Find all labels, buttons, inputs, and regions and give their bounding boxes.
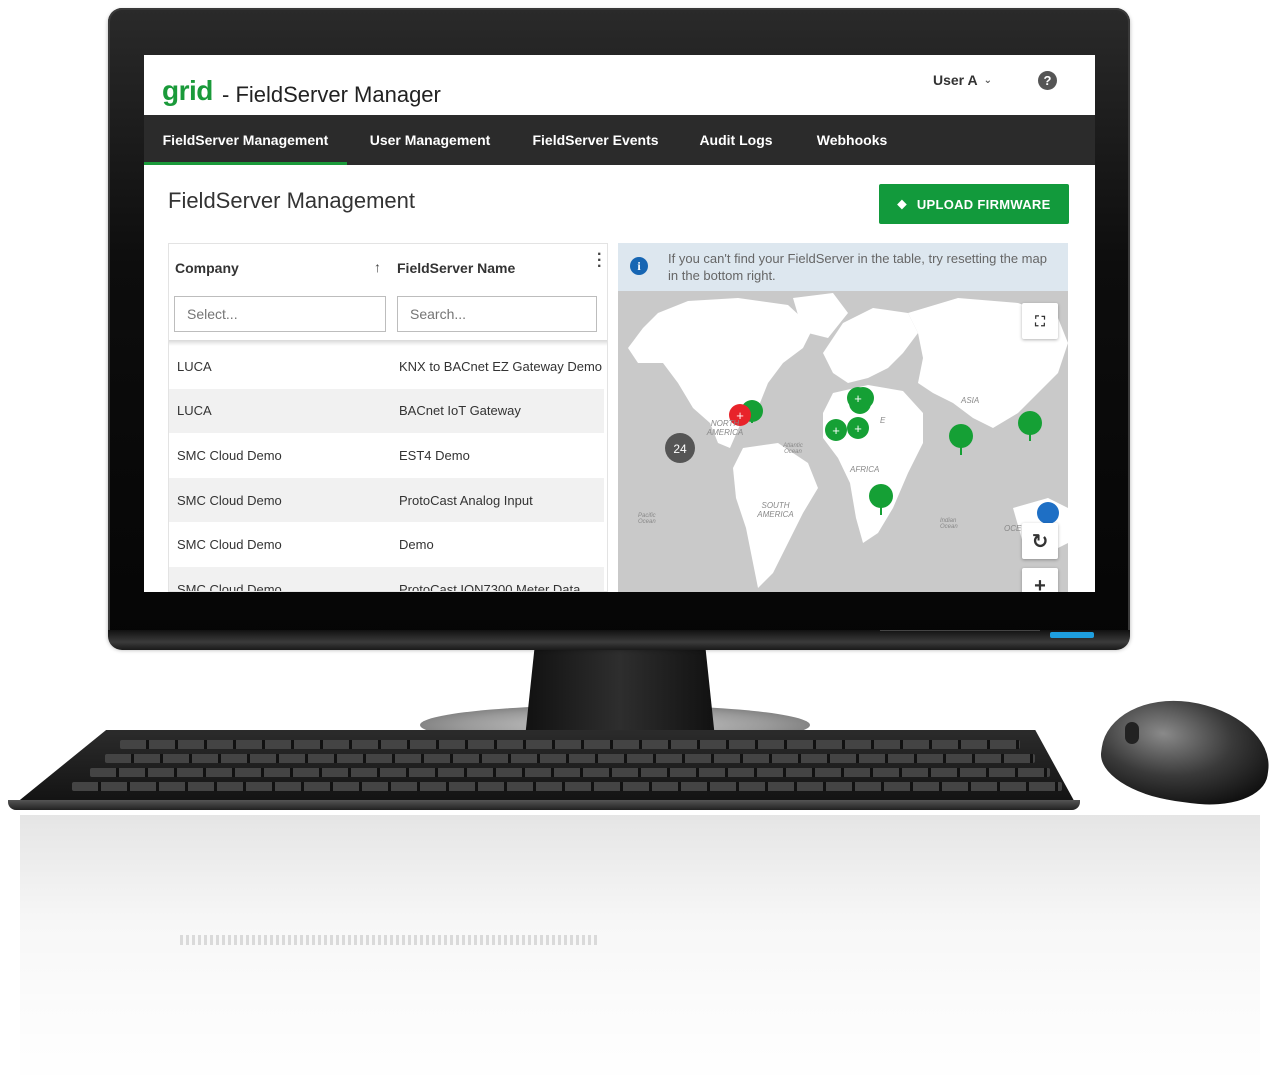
fieldserver-table: Company ↑ FieldServer Name ··· LUCA KNX … (168, 243, 608, 592)
upload-icon: ⬥ (897, 196, 907, 211)
tab-audit-logs[interactable]: Audit Logs (678, 115, 794, 165)
power-led (1050, 632, 1094, 638)
fullscreen-icon: ⛶ (1035, 312, 1045, 329)
table-row[interactable]: SMC Cloud Demo ProtoCast Analog Input (169, 477, 604, 523)
app-title: - FieldServer Manager (222, 82, 441, 107)
map-label-north-america: NORTH AMERICA (706, 419, 744, 437)
cluster-count: 24 (673, 442, 687, 456)
upload-firmware-label: UPLOAD FIRMWARE (916, 196, 1051, 212)
svg-text:+: + (832, 423, 840, 438)
user-name: User A (933, 72, 978, 88)
tab-webhooks[interactable]: Webhooks (794, 115, 910, 165)
sort-ascending-icon[interactable]: ↑ (374, 259, 381, 275)
fieldserver-name-cell: EST4 Demo (399, 447, 470, 463)
table-row[interactable]: LUCA KNX to BACnet EZ Gateway Demo (169, 344, 604, 389)
screen: grid - FieldServer Manager User A ⌄ ? Fi… (144, 55, 1095, 592)
zoom-in-button[interactable]: + (1022, 568, 1058, 592)
map-label-pacific: Pacific Ocean (638, 513, 656, 525)
key-row (90, 768, 1050, 777)
column-header-fieldserver-name[interactable]: FieldServer Name (397, 260, 515, 276)
company-cell: SMC Cloud Demo (177, 537, 282, 553)
keyboard-edge (8, 800, 1080, 810)
company-cell: LUCA (177, 403, 212, 419)
upload-firmware-button[interactable]: ⬥ UPLOAD FIRMWARE (879, 184, 1069, 224)
key-row (105, 754, 1035, 763)
plus-icon: + (1034, 574, 1046, 593)
map-land-svg: 24 + + + + (628, 293, 1068, 588)
fieldserver-name-search-input[interactable] (397, 296, 597, 332)
map-label-atlantic: Atlantic Ocean (783, 443, 803, 455)
company-cell: LUCA (177, 358, 212, 374)
map-label-europe: E (880, 416, 886, 425)
page-title: FieldServer Management (168, 188, 416, 213)
map-label-oceania: OCE (1004, 524, 1022, 533)
fieldserver-name-cell: BACnet IoT Gateway (399, 403, 521, 419)
reset-map-button[interactable]: ↻ (1022, 523, 1058, 559)
fieldserver-name-cell: ProtoCast Analog Input (399, 492, 533, 508)
help-icon[interactable]: ? (1038, 71, 1057, 90)
map-marker-blue[interactable] (1037, 502, 1059, 524)
map-info-text: If you can't find your FieldServer in th… (668, 251, 1047, 283)
chevron-down-icon: ⌄ (983, 74, 993, 86)
mouse-wheel (1125, 722, 1139, 744)
table-row[interactable]: LUCA BACnet IoT Gateway (169, 388, 604, 434)
company-filter-select[interactable] (174, 296, 386, 332)
map-info-banner: i If you can't find your FieldServer in … (618, 243, 1068, 291)
map-marker-cluster[interactable]: 24 (665, 433, 695, 463)
table-row[interactable]: SMC Cloud Demo EST4 Demo (169, 433, 604, 478)
app-header: grid - FieldServer Manager User A ⌄ ? (144, 55, 1095, 115)
refresh-icon: ↻ (1031, 530, 1049, 553)
map-marker-green[interactable]: + (847, 387, 869, 409)
map-label-south-america: SOUTH AMERICA (757, 501, 794, 519)
column-header-company[interactable]: Company (175, 260, 239, 276)
svg-text:+: + (854, 421, 862, 436)
desk-reflection (20, 815, 1260, 1085)
company-cell: SMC Cloud Demo (177, 447, 282, 463)
keyboard (10, 730, 1078, 808)
map-label-indian: Indian Ocean (940, 518, 958, 530)
monitor-buttons (880, 630, 1040, 638)
svg-text:+: + (854, 391, 862, 406)
tab-fieldserver-events[interactable]: FieldServer Events (513, 115, 678, 165)
info-icon: i (630, 257, 648, 275)
fullscreen-button[interactable]: ⛶ (1022, 303, 1058, 339)
map-marker-green[interactable] (1018, 411, 1042, 441)
table-row[interactable]: SMC Cloud Demo ProtoCast ION7300 Meter D… (169, 566, 604, 592)
grid-logo[interactable]: grid (162, 75, 213, 107)
continent-africa (823, 385, 923, 543)
map-label-africa: AFRICA (850, 465, 880, 474)
map-marker-green[interactable]: + (825, 419, 847, 441)
table-body: LUCA KNX to BACnet EZ Gateway Demo LUCA … (169, 344, 604, 592)
fieldserver-name-cell: Demo (399, 537, 434, 553)
company-cell: SMC Cloud Demo (177, 492, 282, 508)
map-marker-green[interactable] (949, 424, 973, 455)
column-menu-icon[interactable]: · · · (597, 247, 602, 275)
monitor-stand-neck (525, 648, 715, 738)
table-row[interactable]: SMC Cloud Demo Demo (169, 522, 604, 567)
tab-user-management[interactable]: User Management (347, 115, 513, 165)
map-marker-green[interactable]: + (847, 417, 869, 439)
main-nav: FieldServer Management User Management F… (144, 115, 1095, 165)
fieldserver-name-cell: KNX to BACnet EZ Gateway Demo (399, 358, 603, 374)
user-menu[interactable]: User A ⌄ (933, 72, 992, 88)
tab-fieldserver-management[interactable]: FieldServer Management (144, 115, 347, 165)
computer-mouse (1095, 690, 1273, 814)
world-map[interactable]: 24 + + + + NORTH AMERICA SOUTH AMERICA A… (618, 243, 1068, 592)
keyboard-reflection (180, 935, 600, 945)
company-cell: SMC Cloud Demo (177, 581, 282, 592)
key-row (120, 740, 1020, 749)
fieldserver-name-cell: ProtoCast ION7300 Meter Data (399, 581, 581, 592)
map-label-asia: ASIA (961, 396, 980, 405)
key-row (72, 782, 1062, 791)
